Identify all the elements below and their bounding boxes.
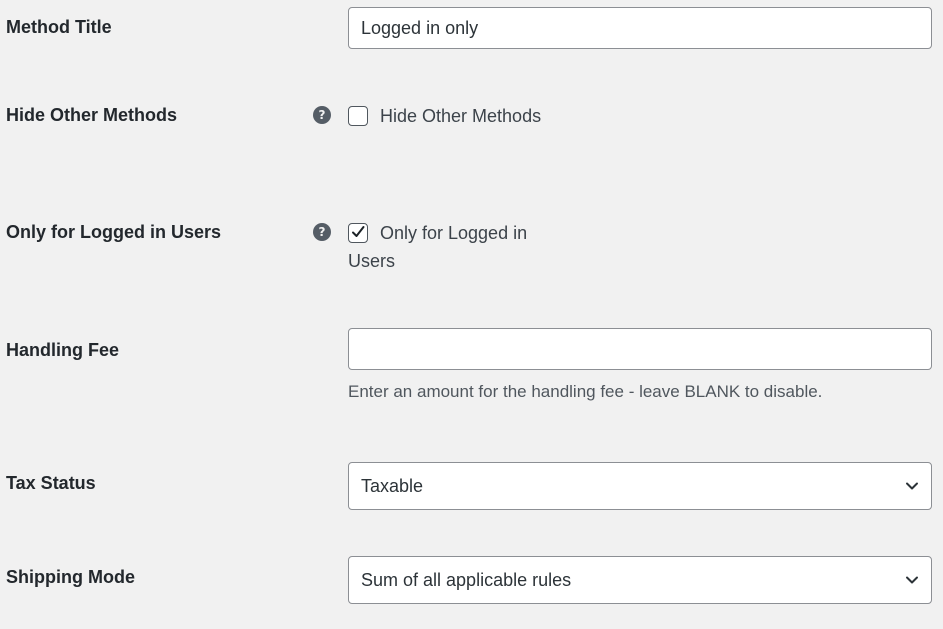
question-circle-icon[interactable]: ?: [313, 106, 331, 124]
chevron-down-icon: [906, 482, 918, 490]
chevron-down-icon: [906, 576, 918, 584]
hide-other-methods-checkbox-label: Hide Other Methods: [380, 106, 542, 126]
only-logged-in-users-label: Only for Logged in Users: [6, 222, 222, 242]
shipping-mode-label: Shipping Mode: [6, 567, 135, 587]
hide-other-methods-label: Hide Other Methods: [6, 105, 178, 125]
hide-other-methods-option[interactable]: Hide Other Methods: [348, 102, 578, 130]
handling-fee-label: Handling Fee: [6, 340, 120, 360]
shipping-mode-selected-value: Sum of all applicable rules: [361, 570, 572, 590]
hide-other-methods-checkbox[interactable]: [348, 106, 368, 126]
tax-status-selected-value: Taxable: [361, 476, 424, 496]
shipping-mode-select[interactable]: Sum of all applicable rules: [348, 556, 932, 604]
only-logged-in-users-checkbox-label: Only for Logged in Users: [348, 223, 528, 271]
only-logged-in-users-checkbox[interactable]: [348, 223, 368, 243]
only-logged-in-users-option[interactable]: Only for Logged in Users: [348, 219, 578, 275]
checkmark-icon: [352, 226, 365, 237]
handling-fee-description: Enter an amount for the handling fee - l…: [348, 382, 823, 401]
method-title-label: Method Title: [6, 17, 112, 37]
handling-fee-input[interactable]: [348, 328, 932, 370]
method-title-input[interactable]: [348, 7, 932, 49]
tax-status-label: Tax Status: [6, 473, 96, 493]
tax-status-select[interactable]: Taxable: [348, 462, 932, 510]
question-circle-icon[interactable]: ?: [313, 223, 331, 241]
